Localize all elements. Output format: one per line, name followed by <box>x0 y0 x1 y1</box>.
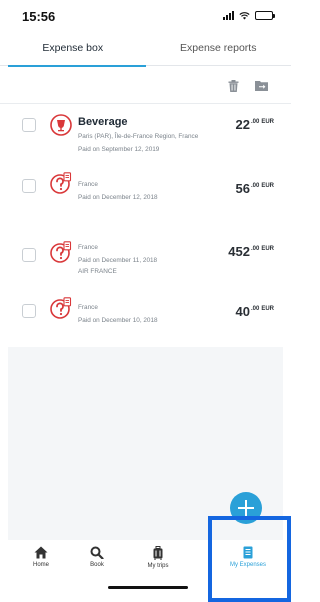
amount-currency: EUR <box>261 306 274 312</box>
tab-expense-box[interactable]: Expense box <box>0 38 146 67</box>
add-expense-button[interactable] <box>230 492 262 524</box>
expense-row[interactable]: France Paid on December 10, 2018 40 .00 … <box>0 288 291 344</box>
nav-label: Home <box>32 562 49 568</box>
expense-amount: 40 .00 EUR <box>236 305 274 319</box>
expense-paid-date: Paid on September 12, 2019 <box>78 146 160 153</box>
amount-cents: .00 <box>250 183 260 189</box>
home-indicator <box>108 586 188 589</box>
unknown-receipt-icon <box>50 297 72 319</box>
expense-paid-date: Paid on December 10, 2018 <box>78 317 158 324</box>
amount-currency: EUR <box>261 183 274 189</box>
expense-row[interactable]: Beverage Paris (PAR), Île-de-France Regi… <box>0 104 291 166</box>
nav-my-trips[interactable]: My trips <box>128 546 188 569</box>
amount-value: 452 <box>228 244 250 259</box>
amount-cents: .00 <box>250 119 260 125</box>
status-bar: 15:56 <box>0 0 291 38</box>
tab-bar: Expense box Expense reports <box>0 38 292 67</box>
amount-value: 56 <box>235 181 250 196</box>
home-icon <box>34 546 48 559</box>
nav-book[interactable]: Book <box>67 546 127 568</box>
toolbar <box>0 66 291 104</box>
beverage-icon <box>50 114 72 136</box>
status-icons <box>223 11 275 20</box>
signal-icon <box>223 11 234 20</box>
amount-currency: EUR <box>261 119 274 125</box>
nav-label: My Expenses <box>229 562 266 568</box>
expense-paid-date: Paid on December 11, 2018 <box>78 257 158 264</box>
wifi-icon <box>239 12 250 20</box>
status-time: 15:56 <box>22 9 56 24</box>
expense-location: France <box>78 181 98 188</box>
row-checkbox[interactable] <box>22 179 36 193</box>
amount-currency: EUR <box>261 246 274 252</box>
nav-label: Book <box>90 562 104 568</box>
unknown-receipt-icon <box>50 172 72 194</box>
nav-label: My trips <box>147 563 169 569</box>
amount-value: 40 <box>235 304 250 319</box>
expense-location: France <box>78 304 98 311</box>
nav-my-expenses[interactable]: My Expenses <box>218 546 278 568</box>
bottom-nav: Home Book My trips My Expenses <box>0 540 291 602</box>
folder-move-icon[interactable] <box>255 80 268 91</box>
expense-amount: 22 .00 EUR <box>236 118 274 132</box>
expense-row[interactable]: France Paid on December 12, 2018 56 .00 … <box>0 166 291 222</box>
expense-amount: 56 .00 EUR <box>236 182 274 196</box>
expense-merchant: AIR FRANCE <box>78 268 117 275</box>
search-icon <box>90 546 104 559</box>
unknown-receipt-icon <box>50 241 72 263</box>
amount-cents: .00 <box>250 306 260 312</box>
row-checkbox[interactable] <box>22 304 36 318</box>
suitcase-icon <box>153 546 163 560</box>
row-checkbox[interactable] <box>22 248 36 262</box>
trash-icon[interactable] <box>228 80 239 92</box>
expense-amount: 452 .00 EUR <box>228 245 274 259</box>
expense-row[interactable]: France Paid on December 11, 2018 AIR FRA… <box>0 222 291 288</box>
battery-icon <box>255 11 275 20</box>
nav-home[interactable]: Home <box>11 546 71 568</box>
expenses-icon <box>243 546 253 559</box>
amount-cents: .00 <box>250 246 260 252</box>
amount-value: 22 <box>235 117 250 132</box>
expense-location: Paris (PAR), Île-de-France Region, Franc… <box>78 133 199 140</box>
tab-expense-reports[interactable]: Expense reports <box>146 38 292 65</box>
row-checkbox[interactable] <box>22 118 36 132</box>
expense-paid-date: Paid on December 12, 2018 <box>78 194 158 201</box>
expense-title: Beverage <box>78 116 128 128</box>
expense-location: France <box>78 244 98 251</box>
